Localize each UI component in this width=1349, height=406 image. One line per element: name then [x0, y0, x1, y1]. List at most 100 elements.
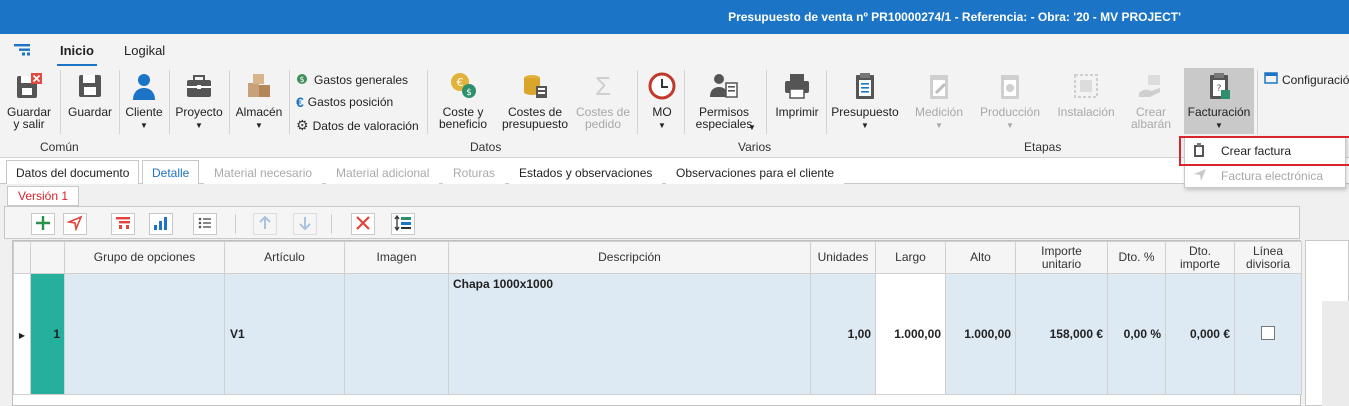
svg-text:$: $ — [466, 88, 472, 98]
invoicing-button[interactable]: ? Facturación ▼ — [1184, 68, 1254, 134]
column-header-grupo[interactable]: Grupo de opciones — [64, 241, 225, 274]
cost-benefit-button[interactable]: € $ Coste y beneficio — [434, 70, 492, 130]
print-button[interactable]: Imprimir — [772, 70, 822, 118]
column-header-imagen[interactable]: Imagen — [344, 241, 449, 274]
save-label: Guardar — [67, 105, 113, 119]
create-delivery-note-button[interactable]: Crear albarán — [1126, 70, 1176, 130]
save-and-exit-button[interactable]: Guardar y salir — [4, 70, 54, 130]
installation-button[interactable]: Instalación — [1054, 70, 1118, 118]
tab-roturas[interactable]: Roturas — [443, 160, 506, 184]
warehouse-button[interactable]: Almacén ▼ — [232, 70, 286, 132]
add-row-button[interactable] — [31, 213, 55, 235]
sort-icon — [394, 214, 412, 234]
move-down-button[interactable] — [293, 213, 317, 235]
production-button[interactable]: Producción ▼ — [976, 70, 1044, 132]
column-header-linea-divisoria[interactable]: Línea divisoria — [1234, 241, 1302, 274]
clock-icon — [647, 70, 677, 102]
configuration-button[interactable]: Configuració — [1264, 71, 1349, 88]
tab-logikal[interactable]: Logikal — [124, 43, 165, 58]
ribbon-separator — [766, 70, 767, 134]
row-selector[interactable]: ▶ — [13, 273, 31, 395]
version-tab[interactable]: Versión 1 — [7, 186, 80, 206]
ribbon-separator — [684, 70, 685, 134]
budget-costs-label: Costes de presupuesto — [501, 105, 569, 131]
cell-dto-importe[interactable]: 0,000 € — [1165, 273, 1235, 395]
move-up-button[interactable] — [253, 213, 277, 235]
production-label: Producción — [979, 105, 1041, 119]
tab-material-necesario[interactable]: Material necesario — [204, 160, 323, 184]
send-icon — [1193, 168, 1207, 185]
column-header-dto-importe[interactable]: Dto. importe — [1165, 241, 1235, 274]
group-label-datos: Datos — [470, 140, 502, 154]
menu-item-crear-factura[interactable]: Crear factura — [1179, 136, 1349, 166]
chevron-down-icon: ▼ — [195, 121, 203, 130]
linea-divisoria-checkbox[interactable] — [1261, 325, 1275, 340]
cell-importe[interactable]: 158,000 € — [1015, 273, 1108, 395]
mo-button[interactable]: MO ▼ — [642, 70, 682, 132]
menu-item-factura-electronica[interactable]: Factura electrónica — [1185, 164, 1345, 188]
tab-inicio[interactable]: Inicio — [57, 43, 97, 67]
column-header-unidades[interactable]: Unidades — [810, 241, 876, 274]
money-bag-icon: $ — [296, 71, 310, 88]
warehouse-label: Almacén — [235, 105, 283, 119]
tab-material-adicional[interactable]: Material adicional — [326, 160, 440, 184]
column-header-largo[interactable]: Largo — [875, 241, 946, 274]
bar-chart-icon — [153, 215, 169, 234]
column-header-dto-pct[interactable]: Dto. % — [1107, 241, 1166, 274]
tab-observaciones-cliente[interactable]: Observaciones para el cliente — [666, 160, 845, 184]
chevron-down-icon: ▼ — [1215, 121, 1223, 130]
measurement-button[interactable]: Medición ▼ — [910, 70, 968, 132]
chevron-down-icon: ▼ — [1006, 121, 1014, 130]
order-costs-button[interactable]: Σ Costes de pedido — [574, 70, 632, 130]
sigma-icon: Σ — [594, 71, 612, 101]
svg-text:€: € — [457, 76, 464, 89]
table-row[interactable]: ▶ 1 V1 Chapa 1000x1000 1,00 1.000,00 1.0… — [13, 273, 1302, 395]
general-costs-button[interactable]: $ Gastos generales — [296, 71, 408, 88]
ribbon-separator — [289, 70, 290, 134]
tab-detalle[interactable]: Detalle — [142, 160, 200, 184]
cell-imagen[interactable] — [344, 273, 449, 395]
arrow-down-icon — [297, 215, 313, 234]
grid-toolbar — [4, 206, 1300, 239]
logikal-icon — [115, 215, 131, 234]
special-permissions-button[interactable]: Permisos especiales ▼ — [688, 70, 760, 132]
column-header-importe[interactable]: Importe unitario — [1015, 241, 1108, 274]
save-button[interactable]: Guardar — [66, 70, 114, 118]
invoicing-label: Facturación — [1187, 105, 1251, 119]
delete-row-button[interactable] — [351, 213, 375, 235]
client-button[interactable]: Cliente ▼ — [122, 70, 166, 132]
budget-button[interactable]: Presupuesto ▼ — [830, 70, 900, 132]
cell-grupo[interactable] — [64, 273, 225, 395]
navigate-button[interactable] — [63, 213, 87, 235]
svg-text:$: $ — [299, 75, 304, 84]
list-button[interactable] — [193, 213, 217, 235]
cell-linea-divisoria[interactable] — [1234, 273, 1302, 395]
cell-descripcion[interactable]: Chapa 1000x1000 — [448, 273, 811, 395]
import-button[interactable] — [149, 213, 173, 235]
column-header-descripcion[interactable]: Descripción — [448, 241, 811, 274]
column-header-alto[interactable]: Alto — [945, 241, 1016, 274]
cell-unidades[interactable]: 1,00 — [810, 273, 876, 395]
cell-articulo[interactable]: V1 — [224, 273, 345, 395]
valuation-data-button[interactable]: ⚙ Datos de valoración — [296, 117, 419, 134]
project-button[interactable]: Proyecto ▼ — [172, 70, 226, 132]
chevron-down-icon: ▼ — [140, 121, 148, 130]
detail-panel: Versión 1 Grupo de opciones Artículo Ima… — [0, 184, 1349, 406]
logikal-button[interactable] — [111, 213, 135, 235]
ribbon-separator — [119, 70, 120, 134]
app-menu-icon[interactable] — [14, 43, 32, 57]
row-indicator-icon: ▶ — [18, 331, 26, 340]
cell-alto[interactable]: 1.000,00 — [945, 273, 1016, 395]
briefcase-icon — [184, 70, 214, 102]
position-costs-button[interactable]: € Gastos posición — [296, 94, 393, 110]
sort-button[interactable] — [391, 213, 415, 235]
budget-costs-button[interactable]: Costes de presupuesto — [500, 70, 570, 130]
column-header-articulo[interactable]: Artículo — [224, 241, 345, 274]
boxes-icon — [244, 70, 274, 102]
tab-estados-observaciones[interactable]: Estados y observaciones — [509, 160, 663, 184]
window-title: Presupuesto de venta nº PR10000274/1 - R… — [728, 10, 1181, 24]
tab-datos-documento[interactable]: Datos del documento — [6, 160, 140, 184]
cell-dto-pct[interactable]: 0,00 % — [1107, 273, 1166, 395]
user-permissions-icon — [709, 70, 739, 102]
cell-largo[interactable]: 1.000,00 — [875, 273, 946, 395]
